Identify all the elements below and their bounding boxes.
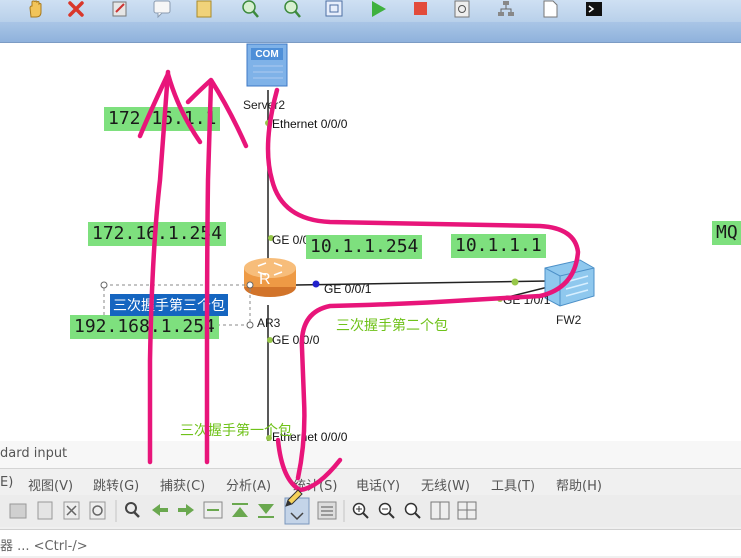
ip-label-10-1-1-1[interactable]: 10.1.1.1 [451,234,546,258]
menu-tools[interactable]: 工具(T) [491,475,535,494]
resize-columns-icon[interactable] [430,501,450,520]
server2-icon-text: COM [255,49,279,60]
save-icon[interactable] [37,501,53,520]
menu-analyze[interactable]: 分析(A) [226,475,271,494]
wireshark-toolbar [0,495,741,527]
layout-icon[interactable] [457,501,477,520]
menu-wireless[interactable]: 无线(W) [421,475,470,494]
ip-label-172-16-1-1[interactable]: 172.16.1.1 [104,107,221,131]
colorize-icon[interactable] [317,501,337,520]
menu-view[interactable]: 视图(V) [28,475,73,494]
port-dot-ge001 [312,280,320,288]
reload-icon[interactable] [89,501,106,520]
device-name-server2: Server2 [243,98,286,112]
port-label-server2-eth: Ethernet 0/0/0 [272,117,348,131]
ar3-icon-text: R [259,271,271,288]
go-back-icon[interactable] [152,504,168,516]
selection-handle[interactable] [246,281,254,289]
menu-capture[interactable]: 捕获(C) [160,475,205,494]
selection-handle[interactable] [100,281,108,289]
zoom-in-icon[interactable] [352,502,369,519]
port-dot-fw2 [511,278,519,286]
menu-telephony[interactable]: 电话(Y) [356,475,400,494]
note-third-packet-selected[interactable]: 三次握手第三个包 [110,294,228,316]
port-dot-server2 [265,120,271,126]
port-label-ge001: GE 0/0/1 [324,282,372,296]
ip-label-192-168-1-254[interactable]: 192.168.1.254 [70,315,219,339]
ip-label-10-1-1-254[interactable]: 10.1.1.254 [306,235,423,259]
pencil-cursor-icon [285,489,303,507]
selection-handle[interactable] [246,321,254,329]
port-label-fw2-ge101: GE 1/0/1 [503,293,551,307]
capture-filter-bar[interactable]: dard input [0,441,741,469]
normal-size-icon[interactable] [404,502,421,519]
display-filter-placeholder: 器 ... <Ctrl-/> [0,539,88,554]
go-to-packet-icon[interactable] [203,501,223,519]
filter-hint-text: dard input [0,446,68,461]
ip-label-172-16-1-254[interactable]: 172.16.1.254 [88,222,227,246]
menu-help[interactable]: 帮助(H) [556,475,602,494]
fw2-firewall-icon[interactable] [544,259,595,307]
label-mq[interactable]: MQ [712,221,741,245]
open-icon[interactable] [9,503,27,519]
close-file-icon[interactable] [63,501,80,520]
display-filter-bar[interactable]: 器 ... <Ctrl-/> [0,529,741,556]
go-forward-icon[interactable] [178,504,194,516]
menu-go[interactable]: 跳转(G) [93,475,139,494]
menu-edit[interactable]: E) [0,475,13,490]
find-packet-icon[interactable] [125,502,140,518]
device-name-ar3: AR3 [257,316,281,330]
zoom-out-icon[interactable] [378,502,395,519]
last-packet-icon[interactable] [258,504,274,518]
port-label-ge000: GE 0/0/0 [272,333,320,347]
note-second-packet[interactable]: 三次握手第二个包 [336,315,448,335]
first-packet-icon[interactable] [232,503,248,517]
note-first-packet[interactable]: 三次握手第一个包 [180,420,292,440]
device-name-fw2: FW2 [556,313,582,327]
